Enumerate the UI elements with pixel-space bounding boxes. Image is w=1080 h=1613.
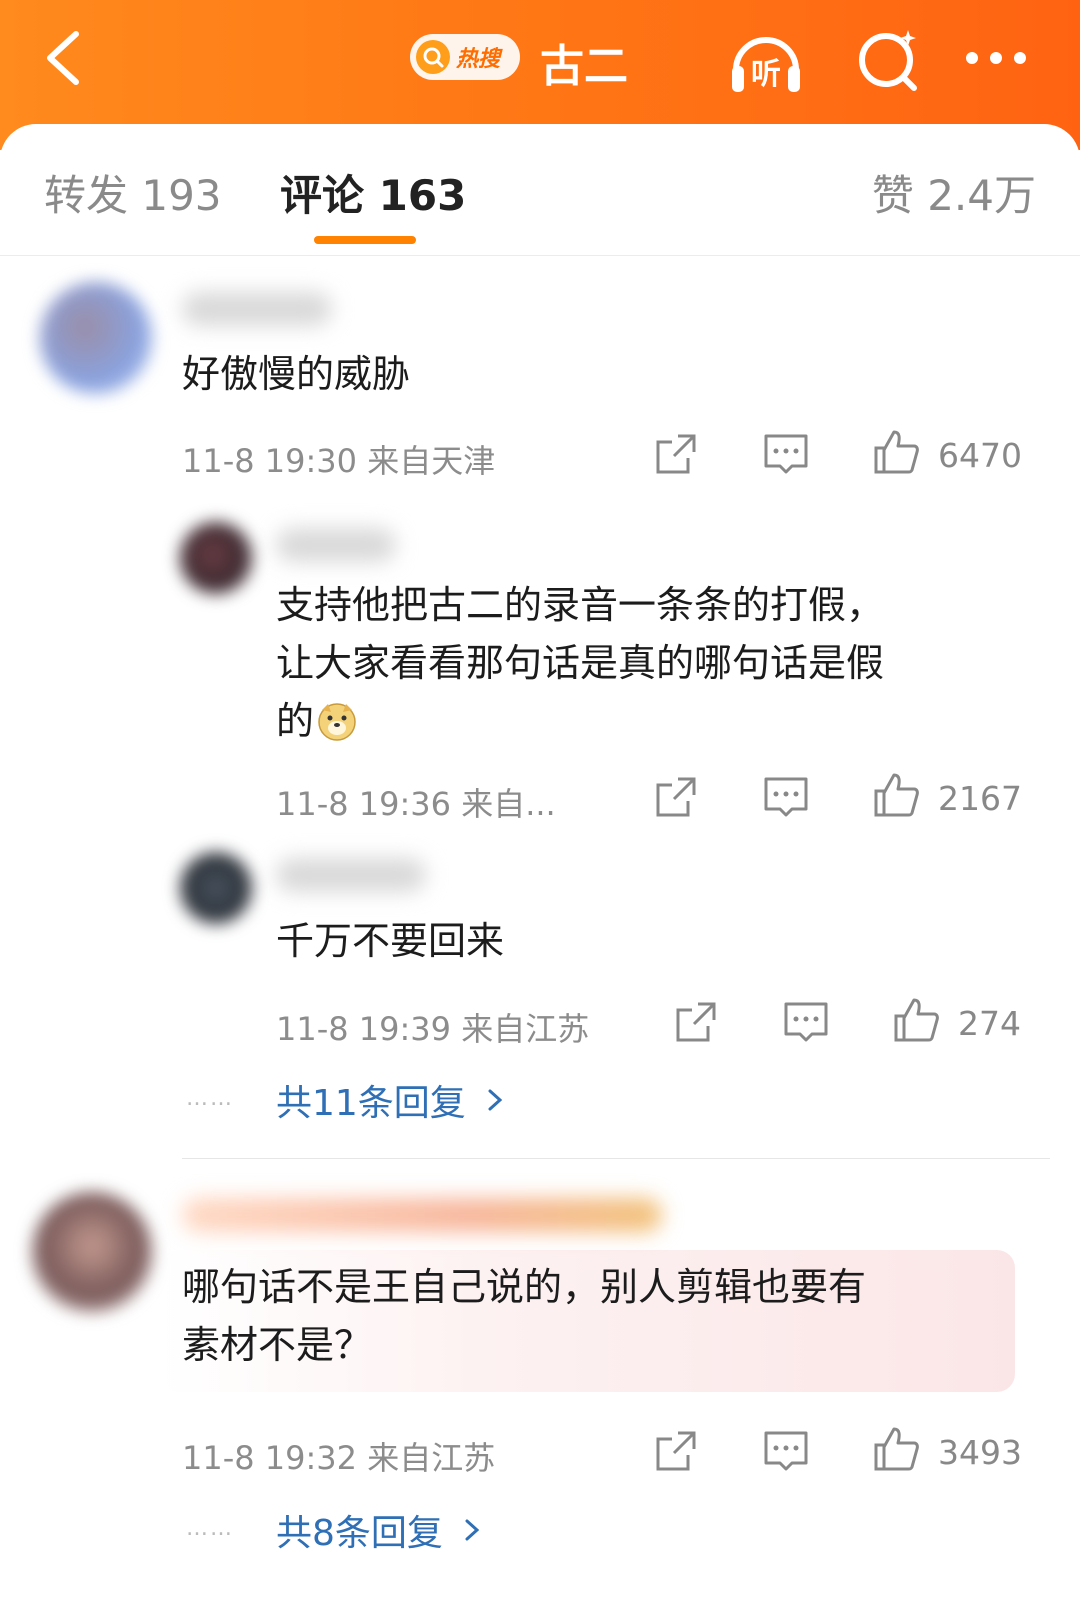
reply-text-line: 让大家看看那句话是真的哪句话是假 — [276, 641, 885, 685]
reply-comment-icon[interactable] — [762, 1427, 810, 1475]
hot-search-label: 热搜 — [456, 47, 501, 72]
reply-comment-icon[interactable] — [762, 430, 810, 478]
active-tab-indicator — [314, 236, 416, 244]
like-count: 6470 — [938, 436, 1022, 475]
reply-text: 支持他把古二的录音一条条的打假， 让大家看看那句话是真的哪句话是假 的 — [276, 576, 884, 750]
avatar[interactable] — [32, 1192, 152, 1312]
username-blurred[interactable] — [276, 528, 396, 562]
share-icon[interactable] — [672, 998, 720, 1046]
hot-search-icon — [416, 40, 450, 74]
listen-label: 听 — [751, 57, 781, 92]
thumbs-up-icon[interactable] — [872, 428, 920, 476]
tab-comments[interactable]: 评论 163 — [280, 162, 466, 223]
like-count: 2167 — [938, 779, 1022, 818]
chevron-left-icon — [47, 31, 79, 85]
thumbs-up-icon[interactable] — [872, 1425, 920, 1473]
view-replies-link[interactable]: 共11条回复 — [276, 1074, 510, 1126]
reply-dots: …… — [186, 1086, 234, 1111]
thumbs-up-icon[interactable] — [892, 996, 940, 1044]
more-dots-icon — [966, 52, 1026, 64]
view-replies-link[interactable]: 共8条回复 — [276, 1504, 487, 1556]
comment-text-line: 哪句话不是王自己说的，别人剪辑也要有 — [182, 1265, 867, 1309]
share-icon[interactable] — [652, 430, 700, 478]
reply-meta: 11-8 19:39 来自江苏 — [276, 1010, 590, 1048]
hot-search-badge[interactable]: 热搜 — [410, 34, 520, 80]
chevron-right-icon — [488, 1089, 503, 1111]
tab-likes[interactable]: 赞 2.4万 — [872, 162, 1036, 223]
like-count: 3493 — [938, 1433, 1022, 1472]
search-icon — [859, 30, 917, 91]
reply-comment-icon[interactable] — [762, 773, 810, 821]
more-button[interactable] — [958, 24, 1034, 100]
avatar[interactable] — [40, 282, 152, 394]
thumbs-up-icon[interactable] — [872, 771, 920, 819]
reply-text: 千万不要回来 — [276, 919, 505, 963]
reply-text-line: 支持他把古二的录音一条条的打假， — [276, 583, 885, 627]
headphones-icon: 听 — [732, 37, 800, 92]
comment-text: 好傲慢的威胁 — [182, 352, 411, 396]
avatar[interactable] — [180, 522, 252, 594]
topic-title: 古二 — [540, 41, 628, 92]
view-replies-label: 共11条回复 — [276, 1083, 466, 1124]
comment-meta: 11-8 19:32 来自江苏 — [182, 1439, 496, 1477]
comment-meta: 11-8 19:30 来自天津 — [182, 442, 496, 480]
tab-bar: 转发 193 评论 163 赞 2.4万 — [0, 124, 1080, 256]
doge-emoji-icon — [318, 703, 356, 741]
share-icon[interactable] — [652, 1427, 700, 1475]
back-button[interactable] — [36, 28, 96, 88]
username-blurred[interactable] — [182, 292, 332, 326]
like-count: 274 — [958, 1004, 1021, 1043]
comment-text-line: 素材不是？ — [182, 1323, 373, 1367]
share-icon[interactable] — [652, 773, 700, 821]
reply-comment-icon[interactable] — [782, 998, 830, 1046]
username-blurred[interactable] — [182, 1198, 662, 1232]
reply-meta: 11-8 19:36 来自... — [276, 785, 556, 823]
listen-button[interactable]: 听 — [728, 24, 804, 100]
chevron-right-icon — [465, 1519, 480, 1541]
comment-divider — [182, 1158, 1050, 1159]
search-button[interactable] — [852, 24, 928, 100]
reply-dots: …… — [186, 1516, 234, 1541]
username-blurred[interactable] — [276, 858, 426, 892]
tab-repost[interactable]: 转发 193 — [44, 162, 222, 223]
avatar[interactable] — [180, 852, 252, 924]
reply-text-line: 的 — [276, 699, 315, 743]
comment-text: 哪句话不是王自己说的，别人剪辑也要有 素材不是？ — [182, 1258, 866, 1374]
view-replies-label: 共8条回复 — [276, 1513, 443, 1554]
